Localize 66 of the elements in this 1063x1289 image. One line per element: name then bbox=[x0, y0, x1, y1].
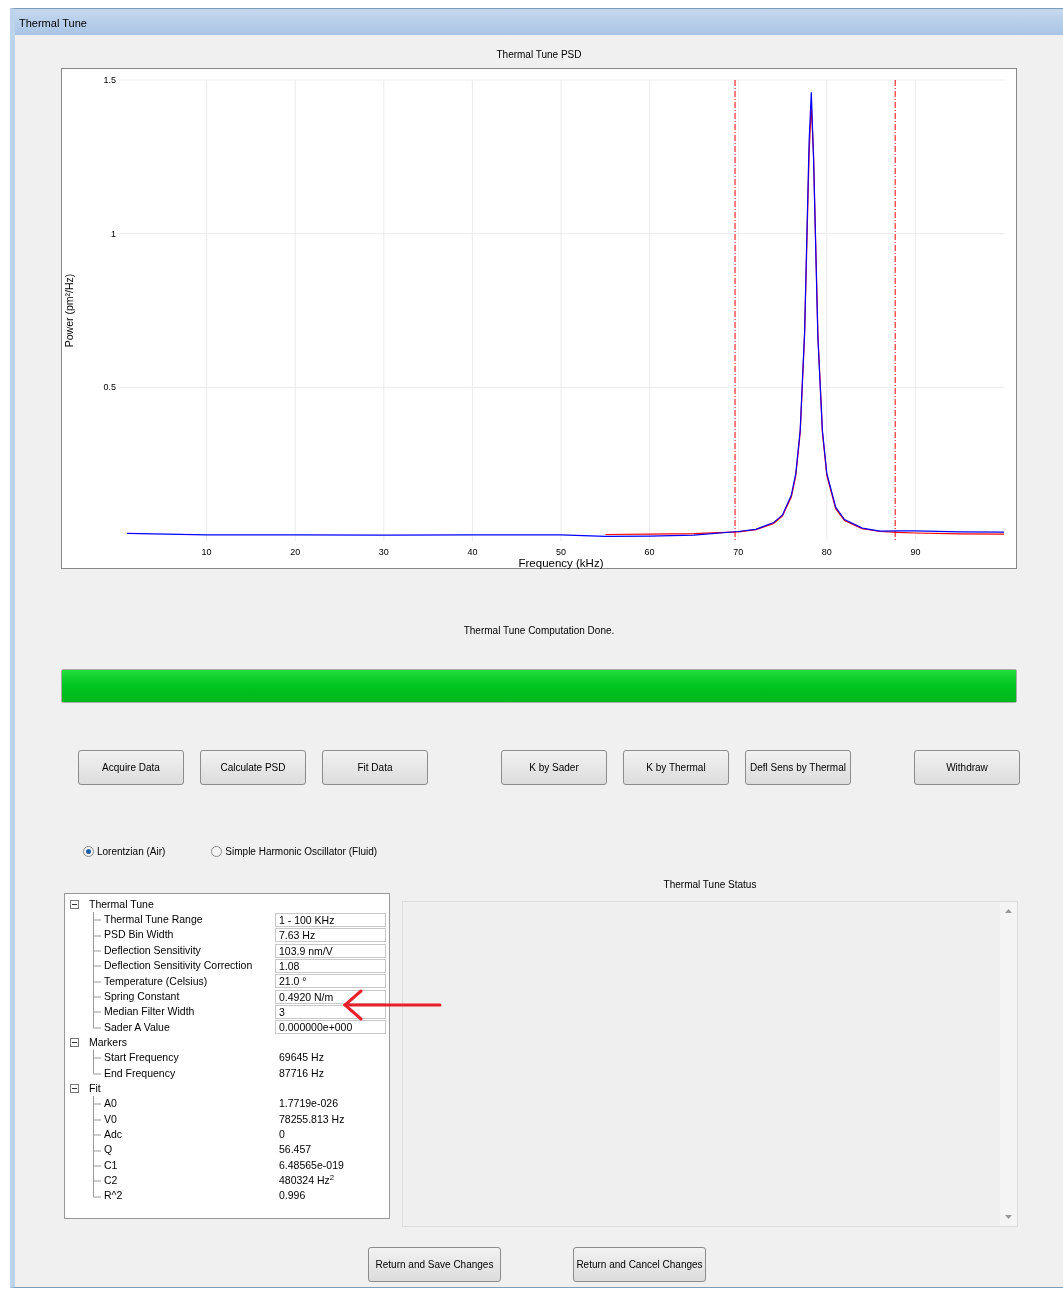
axis-title: Frequency (kHz) bbox=[518, 557, 604, 569]
property-value: 0 bbox=[278, 1126, 285, 1142]
axis-tick-label: 90 bbox=[910, 547, 921, 557]
axis-tick-label: 20 bbox=[290, 547, 301, 557]
action-button[interactable]: Calculate PSD bbox=[200, 750, 306, 785]
axis-tick-label: 1 bbox=[111, 228, 116, 239]
value-field[interactable]: 103.9 nm/V bbox=[275, 943, 386, 958]
tree-item[interactable]: Deflection Sensitivity bbox=[104, 942, 201, 959]
action-button[interactable]: Return and Save Changes bbox=[368, 1247, 501, 1282]
tree-item[interactable]: Thermal Tune bbox=[89, 896, 154, 913]
property-value: 87716 Hz bbox=[278, 1065, 324, 1081]
tree-item[interactable]: End Frequency bbox=[104, 1065, 176, 1082]
axis-tick-label: 10 bbox=[201, 547, 212, 557]
tree-item[interactable]: A0 bbox=[104, 1096, 117, 1112]
property-value: 6.48565e-019 bbox=[278, 1157, 344, 1173]
tree-item[interactable]: Sader A Value bbox=[104, 1019, 170, 1036]
axis-tick-label: 70 bbox=[733, 547, 744, 557]
radio-option[interactable]: Lorentzian (Air) bbox=[83, 844, 166, 859]
value-field[interactable]: 3 bbox=[275, 1005, 386, 1020]
action-button[interactable]: Return and Cancel Changes bbox=[573, 1247, 706, 1282]
axis-tick-label: 80 bbox=[821, 547, 832, 557]
axis-tick-label: 1.5 bbox=[103, 75, 116, 85]
tree-item[interactable]: Markers bbox=[89, 1034, 127, 1051]
radio-option[interactable]: Simple Harmonic Oscillator (Fluid) bbox=[211, 844, 378, 859]
tree-item[interactable]: Thermal Tune Range bbox=[104, 912, 203, 928]
action-button[interactable]: K by Thermal bbox=[623, 750, 729, 785]
chart-title: Thermal Tune PSD bbox=[495, 48, 583, 62]
tree-item[interactable]: R^2 bbox=[104, 1188, 123, 1205]
action-button[interactable]: Withdraw bbox=[914, 750, 1020, 785]
tree-item[interactable]: Start Frequency bbox=[104, 1050, 179, 1066]
value-field[interactable]: 0.000000e+000 bbox=[275, 1020, 386, 1035]
action-button[interactable]: Acquire Data bbox=[78, 750, 184, 785]
tree-item[interactable]: C2 bbox=[104, 1173, 118, 1189]
tree-item[interactable]: C1 bbox=[104, 1157, 118, 1174]
action-button[interactable]: Defl Sens by Thermal bbox=[745, 750, 851, 785]
property-value: 0.996 bbox=[278, 1188, 306, 1204]
property-value: 78255.813 Hz bbox=[278, 1111, 345, 1127]
action-button[interactable]: Fit Data bbox=[322, 750, 428, 785]
panel-title: Thermal Tune Status bbox=[662, 878, 758, 892]
property-value: 56.457 bbox=[278, 1142, 312, 1158]
tree-item[interactable]: PSD Bin Width bbox=[104, 927, 174, 944]
tree-item[interactable]: Q bbox=[104, 1142, 113, 1159]
tree-item[interactable]: Spring Constant bbox=[104, 988, 180, 1005]
value-field[interactable]: 0.4920 N/m bbox=[275, 989, 386, 1004]
window-title: Thermal Tune bbox=[15, 9, 1063, 35]
property-value: 69645 Hz bbox=[278, 1050, 324, 1066]
tree-item[interactable]: Temperature (Celsius) bbox=[104, 973, 208, 990]
value-field[interactable]: 7.63 Hz bbox=[275, 928, 386, 943]
property-value: 480324 Hz$^{2}$ bbox=[278, 1173, 335, 1188]
tree-item[interactable]: Median Filter Width bbox=[104, 1004, 195, 1020]
axis-tick-label: 60 bbox=[644, 547, 655, 557]
action-button[interactable]: K by Sader bbox=[501, 750, 607, 785]
axis-title: Power (pm²/Hz) bbox=[63, 273, 75, 348]
axis-tick-label: 30 bbox=[378, 547, 389, 557]
tree-item[interactable]: Fit bbox=[89, 1080, 101, 1097]
tree-item[interactable]: Adc bbox=[104, 1126, 123, 1143]
axis-tick-label: 50 bbox=[556, 547, 566, 557]
tree-item[interactable]: Deflection Sensitivity Correction bbox=[104, 958, 253, 974]
value-field[interactable]: 1.08 bbox=[275, 959, 386, 974]
property-value: 1.7719e-026 bbox=[278, 1096, 338, 1112]
value-field[interactable]: 21.0 ° bbox=[275, 974, 386, 989]
tree-item[interactable]: V0 bbox=[104, 1111, 117, 1128]
axis-tick-label: 40 bbox=[467, 547, 478, 557]
status-message: Thermal Tune Computation Done. bbox=[462, 624, 616, 638]
value-field[interactable]: 1 - 100 KHz bbox=[275, 913, 386, 927]
axis-tick-label: 0.5 bbox=[103, 382, 116, 393]
